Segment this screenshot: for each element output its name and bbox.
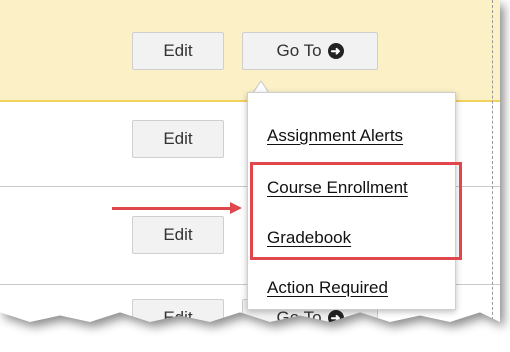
edit-button-label: Edit bbox=[163, 41, 193, 60]
go-to-button[interactable]: Go To ➜ bbox=[242, 32, 378, 70]
go-to-label: Go To bbox=[276, 41, 322, 60]
edit-button-label: Edit bbox=[163, 225, 193, 244]
annotation-arrow-head bbox=[230, 202, 242, 214]
annotation-arrow-shaft bbox=[112, 207, 232, 210]
go-to-label: Go To bbox=[276, 308, 322, 322]
menu-item-assignment-alerts[interactable]: Assignment Alerts bbox=[267, 126, 403, 146]
highlight-box bbox=[250, 162, 462, 260]
table-frame: Edit Go To ➜ Edit Edit Edit Go To ➜ Assi… bbox=[0, 0, 500, 322]
table-row: Edit Go To ➜ bbox=[0, 0, 500, 102]
screenshot-frame: Edit Go To ➜ Edit Edit Edit Go To ➜ Assi… bbox=[0, 0, 504, 330]
edit-button-label: Edit bbox=[163, 308, 193, 322]
edit-button-label: Edit bbox=[163, 129, 193, 148]
menu-item-action-required[interactable]: Action Required bbox=[267, 278, 388, 298]
circle-arrow-right-icon: ➜ bbox=[327, 310, 344, 322]
table-right-border bbox=[492, 0, 494, 322]
edit-button[interactable]: Edit bbox=[132, 299, 224, 322]
edit-button[interactable]: Edit bbox=[132, 216, 224, 254]
circle-arrow-right-icon: ➜ bbox=[327, 43, 344, 59]
edit-button[interactable]: Edit bbox=[132, 120, 224, 158]
edit-button[interactable]: Edit bbox=[132, 32, 224, 70]
